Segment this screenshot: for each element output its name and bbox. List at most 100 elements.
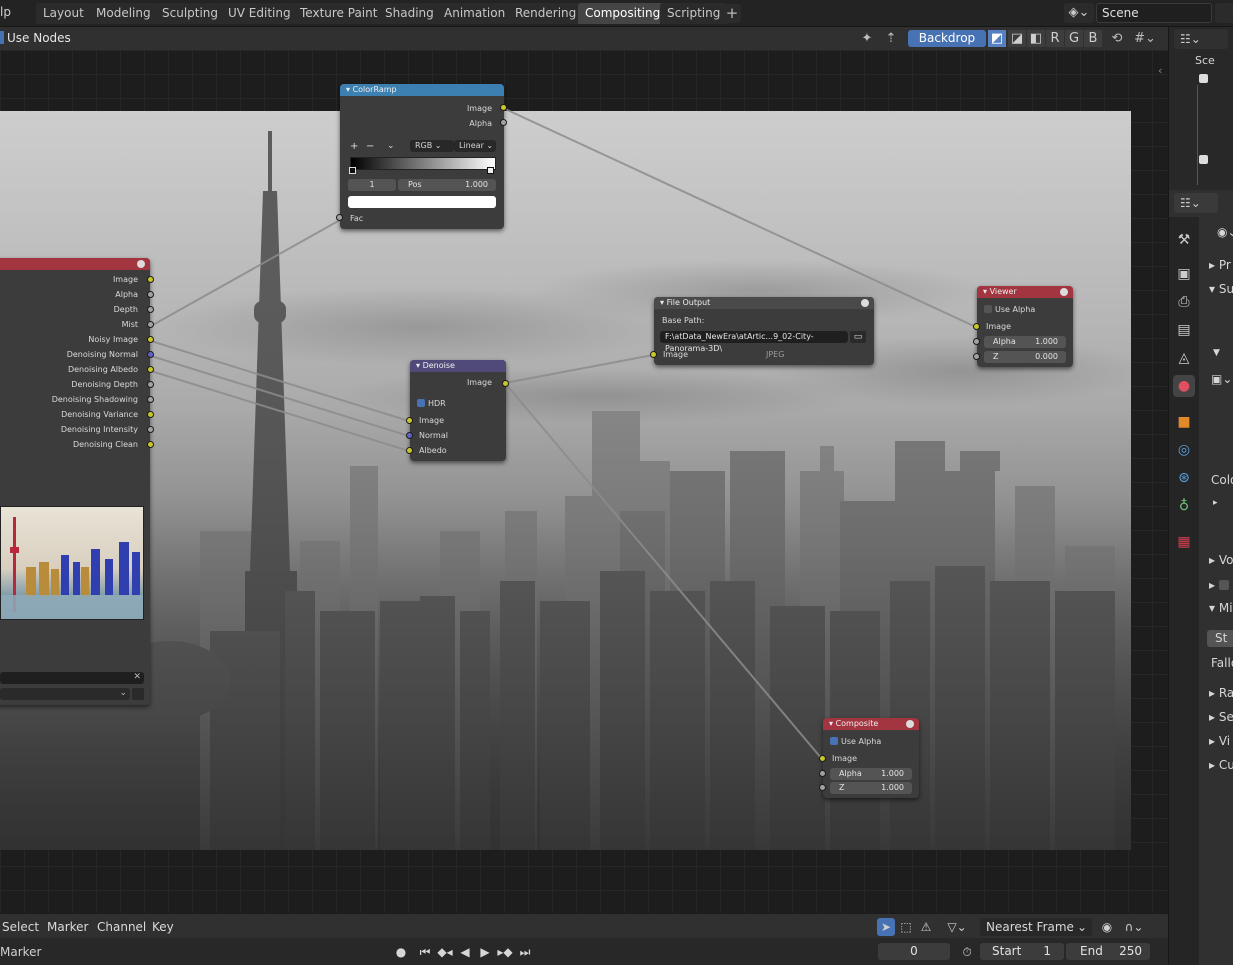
display-mode-icon[interactable]: ☷⌄: [1174, 29, 1228, 49]
denoise-image-output-socket[interactable]: [502, 380, 509, 387]
end-frame-field[interactable]: End 250: [1066, 943, 1150, 960]
interpolation-select[interactable]: Linear ⌄: [454, 140, 496, 152]
output-alpha-socket[interactable]: [147, 291, 154, 298]
snap-mode-select[interactable]: Nearest Frame ⌄: [980, 918, 1092, 936]
output-mist-socket[interactable]: [147, 321, 154, 328]
stopwatch-icon[interactable]: ⏱: [957, 943, 977, 961]
start-frame-field[interactable]: Start 1: [980, 943, 1064, 960]
play-reverse-icon[interactable]: ◀: [455, 943, 475, 961]
tab-rendering[interactable]: Rendering: [508, 3, 584, 24]
panel-preview[interactable]: ▸ Pr: [1209, 258, 1231, 272]
parent-node-tree-icon[interactable]: ⇡: [882, 30, 900, 47]
add-workspace-button[interactable]: +: [723, 4, 741, 23]
file-output-header[interactable]: ▾ File Output: [654, 297, 874, 309]
viewer-z-input-socket[interactable]: [973, 353, 980, 360]
object-tab-icon[interactable]: ■: [1173, 411, 1195, 433]
tab-animation[interactable]: Animation: [437, 3, 513, 24]
tab-sculpting[interactable]: Sculpting: [155, 3, 226, 24]
channel-b-button[interactable]: B: [1084, 30, 1102, 47]
remove-stop-button[interactable]: −: [366, 141, 374, 152]
render-tab-icon[interactable]: ▣: [1173, 263, 1195, 285]
falloff-curve-icon[interactable]: ∩⌄: [1119, 918, 1149, 936]
jump-to-start-icon[interactable]: ⏮: [415, 943, 435, 961]
viewer-alpha-input-socket[interactable]: [973, 338, 980, 345]
composite-z-input-socket[interactable]: [819, 784, 826, 791]
output-denoising-clean-socket[interactable]: [147, 441, 154, 448]
menu-select[interactable]: Select: [2, 920, 39, 934]
output-denoising-variance-socket[interactable]: [147, 411, 154, 418]
record-icon[interactable]: ●: [391, 943, 411, 961]
color-ramp-gradient[interactable]: [350, 157, 496, 170]
file-output-node[interactable]: ▾ File Output Base Path: F:\atData_NewEr…: [650, 297, 874, 365]
panel-ray-visibility[interactable]: ▸ Ra: [1209, 686, 1233, 700]
proportional-edit-icon[interactable]: ◉: [1097, 918, 1117, 936]
node-editor-canvas[interactable]: ▾ ColorRamp Image Alpha + − ⌄ RGB ⌄ Line…: [0, 50, 1168, 913]
file-output-image-input-socket[interactable]: [650, 351, 657, 358]
output-noisy-image-socket[interactable]: [147, 336, 154, 343]
panel-viewport-display[interactable]: ▸ Vi: [1209, 734, 1230, 748]
scene-browse-icon[interactable]: ◈⌄: [1064, 3, 1094, 23]
output-image-socket[interactable]: [147, 276, 154, 283]
menu-channel[interactable]: Channel: [97, 920, 146, 934]
viewer-node[interactable]: ▾ Viewer Use Alpha Image Alpha 1.000 Z 0.0…: [973, 286, 1073, 367]
panel-surface[interactable]: ▾ Su: [1209, 282, 1233, 296]
composite-alpha-input-socket[interactable]: [819, 770, 826, 777]
layer-name-field[interactable]: ✕: [0, 672, 144, 684]
view-layer-browse-icon[interactable]: [132, 688, 144, 700]
denoise-normal-input-socket[interactable]: [406, 432, 413, 439]
viewer-header[interactable]: ▾ Viewer: [977, 286, 1073, 298]
backdrop-display-image-icon[interactable]: ◩: [988, 30, 1006, 47]
current-frame-field[interactable]: 0: [878, 943, 950, 960]
backdrop-color-alpha-icon[interactable]: ◪: [1008, 30, 1026, 47]
sidebar-toggle-icon[interactable]: ‹: [1158, 64, 1162, 77]
subpanel-toggle[interactable]: ▼: [1213, 348, 1220, 358]
denoise-node[interactable]: ▾ Denoise Image HDR Image Normal Albedo: [406, 360, 509, 461]
panel-volume[interactable]: ▸ Vo: [1209, 553, 1233, 567]
tab-uv-editing[interactable]: UV Editing: [221, 3, 298, 24]
tool-tab-icon[interactable]: ⚒: [1173, 229, 1195, 251]
render-layers-node[interactable]: Image Alpha Depth Mist Noisy Image Denoi…: [0, 258, 154, 705]
texture-tab-icon[interactable]: ▦: [1173, 531, 1195, 553]
composite-alpha-field[interactable]: Alpha 1.000: [830, 768, 912, 780]
subpanel-toggle[interactable]: ▸: [1213, 498, 1218, 508]
menu-key[interactable]: Key: [152, 920, 174, 934]
composite-use-alpha-checkbox[interactable]: Use Alpha: [830, 737, 881, 746]
use-nodes-checkbox[interactable]: Use Nodes: [0, 31, 71, 45]
scene-name-field[interactable]: Scene: [1096, 3, 1212, 23]
constraints-tab-icon[interactable]: ⊛: [1173, 467, 1195, 489]
view-layer-tab-icon[interactable]: ▤: [1173, 319, 1195, 341]
scene-tab-icon[interactable]: ◬: [1173, 347, 1195, 369]
render-layers-header[interactable]: [0, 258, 150, 270]
clear-icon[interactable]: ✕: [133, 672, 141, 682]
previous-keyframe-icon[interactable]: ◆◂: [435, 943, 455, 961]
physics-tab-icon[interactable]: ◎: [1173, 439, 1195, 461]
backdrop-alpha-icon[interactable]: ◧: [1027, 30, 1045, 47]
output-denoising-intensity-socket[interactable]: [147, 426, 154, 433]
checkbox-icon[interactable]: [1218, 580, 1229, 590]
tab-modeling[interactable]: Modeling: [89, 3, 158, 24]
box-select-icon[interactable]: ⬚: [897, 918, 915, 936]
denoise-header[interactable]: ▾ Denoise: [410, 360, 506, 372]
collection-checkbox[interactable]: [1199, 74, 1208, 83]
panel-ambient-occlusion[interactable]: ▸: [1209, 578, 1229, 592]
filter-icon[interactable]: ▽⌄: [942, 918, 972, 936]
colorramp-fac-input-socket[interactable]: [336, 214, 343, 221]
collection-checkbox[interactable]: [1199, 155, 1208, 164]
object-data-tab-icon[interactable]: ♁: [1173, 495, 1195, 517]
viewer-use-alpha-checkbox[interactable]: Use Alpha: [984, 305, 1035, 314]
menu-marker[interactable]: Marker: [47, 920, 88, 934]
pin-icon[interactable]: ✦: [858, 30, 876, 47]
viewer-image-input-socket[interactable]: [973, 323, 980, 330]
colorramp-node[interactable]: ▾ ColorRamp Image Alpha + − ⌄ RGB ⌄ Line…: [336, 84, 507, 229]
view-layer-select[interactable]: ⌄: [0, 688, 130, 700]
help-menu-fragment[interactable]: lp: [0, 5, 11, 19]
stop-color-swatch[interactable]: [348, 196, 496, 208]
output-depth-socket[interactable]: [147, 306, 154, 313]
tab-layout[interactable]: Layout: [36, 3, 91, 24]
denoise-image-input-socket[interactable]: [406, 417, 413, 424]
output-denoising-shadowing-socket[interactable]: [147, 396, 154, 403]
tab-compositing[interactable]: Compositing: [578, 3, 668, 24]
output-denoising-normal-socket[interactable]: [147, 351, 154, 358]
folder-icon[interactable]: ▭: [850, 331, 866, 343]
colorramp-image-output-socket[interactable]: [500, 104, 507, 111]
